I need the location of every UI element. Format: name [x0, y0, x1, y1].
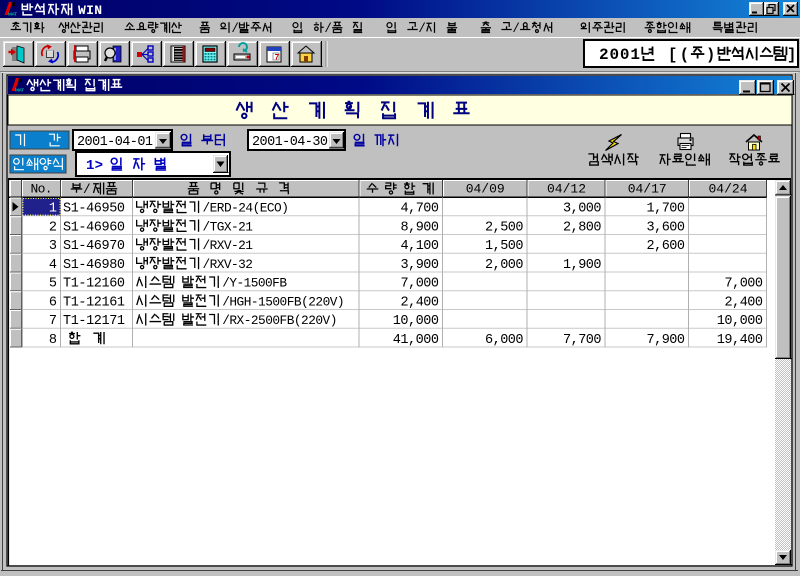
svg-text:3,000: 3,000	[563, 202, 602, 217]
svg-text:3,600: 3,600	[647, 220, 686, 235]
svg-text:]: ]	[787, 46, 796, 64]
svg-text:3: 3	[49, 239, 57, 254]
svg-text:7: 7	[49, 314, 57, 329]
svg-text:/: /	[418, 22, 426, 36]
svg-text:/Y-1500FB: /Y-1500FB	[222, 276, 287, 291]
svg-text:19,400: 19,400	[717, 333, 763, 348]
svg-text:S1-46970: S1-46970	[63, 239, 125, 254]
svg-text:2,500: 2,500	[485, 220, 524, 235]
svg-text:): )	[706, 46, 715, 64]
svg-text:4: 4	[49, 258, 57, 273]
svg-text:2,000: 2,000	[485, 258, 524, 273]
svg-text:7: 7	[275, 54, 280, 63]
svg-text:1>: 1>	[86, 158, 103, 174]
svg-text:T1-12171: T1-12171	[63, 314, 125, 329]
svg-text:6: 6	[49, 295, 57, 310]
svg-text:2001-04-01: 2001-04-01	[77, 135, 153, 150]
svg-text:/: /	[512, 22, 520, 36]
svg-text:2,600: 2,600	[647, 239, 686, 254]
svg-text:2,400: 2,400	[401, 295, 440, 310]
svg-text:S1-46960: S1-46960	[63, 220, 125, 235]
svg-text:1,500: 1,500	[485, 239, 524, 254]
svg-text:MAT: MAT	[15, 88, 24, 94]
svg-text:2,800: 2,800	[563, 220, 602, 235]
svg-text:04/09: 04/09	[466, 182, 505, 197]
svg-text:2,400: 2,400	[725, 295, 764, 310]
svg-text:10,000: 10,000	[393, 314, 439, 329]
svg-text:/TGX-21: /TGX-21	[203, 219, 254, 234]
svg-text:1,700: 1,700	[647, 202, 686, 217]
svg-text:/: /	[231, 22, 239, 36]
svg-text:8: 8	[49, 333, 57, 348]
svg-text:04/24: 04/24	[709, 182, 748, 197]
svg-text:4,100: 4,100	[401, 239, 440, 254]
svg-text:/RXV-32: /RXV-32	[203, 257, 253, 272]
svg-text:4,700: 4,700	[401, 202, 440, 217]
svg-text:/HGH-1500FB(220V): /HGH-1500FB(220V)	[222, 294, 344, 309]
svg-text:04/17: 04/17	[628, 182, 667, 197]
svg-text:3,900: 3,900	[401, 258, 440, 273]
svg-text:/: /	[324, 22, 332, 36]
svg-text:6,000: 6,000	[485, 333, 524, 348]
svg-text:/ERD-24(ECO): /ERD-24(ECO)	[203, 201, 289, 216]
svg-text:No.: No.	[31, 182, 53, 197]
svg-text:7,000: 7,000	[401, 277, 440, 292]
svg-text:S1-46980: S1-46980	[63, 258, 125, 273]
svg-text:S1-46950: S1-46950	[63, 202, 125, 217]
svg-text:7,700: 7,700	[563, 333, 602, 348]
svg-text:WIN: WIN	[78, 3, 102, 18]
svg-text:T1-12160: T1-12160	[63, 277, 125, 292]
svg-text:MAT: MAT	[8, 12, 17, 18]
svg-text:10,000: 10,000	[717, 314, 763, 329]
svg-text:/RXV-21: /RXV-21	[203, 238, 254, 253]
svg-text:7,000: 7,000	[725, 277, 764, 292]
svg-text:1: 1	[49, 202, 57, 217]
svg-text:2: 2	[49, 220, 57, 235]
svg-text:04/12: 04/12	[547, 182, 586, 197]
svg-text:41,000: 41,000	[393, 333, 439, 348]
svg-text:1,900: 1,900	[563, 258, 602, 273]
svg-text:5: 5	[49, 277, 57, 292]
svg-text:2001-04-30: 2001-04-30	[252, 135, 328, 150]
svg-text:7,900: 7,900	[647, 333, 686, 348]
svg-text:/RX-2500FB(220V): /RX-2500FB(220V)	[222, 313, 337, 328]
svg-text:8,900: 8,900	[401, 220, 440, 235]
svg-text:2001: 2001	[599, 46, 640, 64]
svg-text:T1-12161: T1-12161	[63, 295, 125, 310]
svg-text:/: /	[83, 182, 91, 197]
